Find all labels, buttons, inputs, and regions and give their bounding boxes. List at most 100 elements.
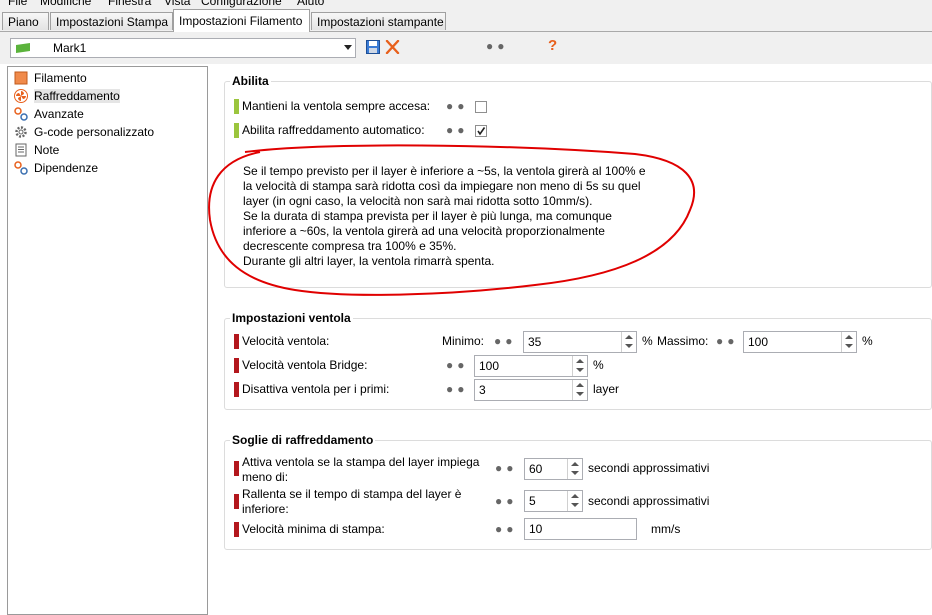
chevron-down-icon[interactable]: [344, 45, 352, 50]
fan-below-time-label-line2: meno di:: [242, 470, 289, 484]
fan-max-unit: %: [862, 334, 873, 348]
tree-item-advanced[interactable]: Avanzate: [14, 105, 84, 123]
tree-item-label: G-code personalizzato: [34, 125, 155, 139]
slowdown-below-time-label-line1: Rallenta se il tempo di stampa del layer…: [242, 487, 462, 501]
spin-down-icon[interactable]: [571, 471, 579, 475]
tree-item-notes[interactable]: Note: [14, 141, 59, 159]
auto-cooling-checkbox[interactable]: [475, 125, 487, 137]
slowdown-below-time-label-line2: inferiore:: [242, 502, 289, 516]
side-text-icon: ●●: [446, 358, 469, 372]
tree-item-dependencies[interactable]: Dipendenze: [14, 159, 98, 177]
option-expert-marker: [234, 358, 239, 373]
note-icon: [14, 143, 28, 157]
fan-max-speed-input[interactable]: 100: [743, 331, 857, 353]
option-expert-marker: [234, 334, 239, 349]
option-expert-marker: [234, 461, 239, 476]
spinner-buttons[interactable]: [567, 459, 582, 479]
help-icon[interactable]: ?: [548, 37, 557, 54]
min-print-speed-label: Velocità minima di stampa:: [242, 522, 385, 536]
spin-up-icon[interactable]: [576, 359, 584, 363]
spin-up-icon[interactable]: [571, 494, 579, 498]
option-expert-marker: [234, 522, 239, 537]
delete-icon[interactable]: [385, 40, 400, 54]
filament-profile-select[interactable]: Mark1: [10, 38, 356, 58]
spin-up-icon[interactable]: [845, 335, 853, 339]
tree-item-label: Avanzate: [34, 107, 84, 121]
fan-icon: [14, 88, 28, 103]
menu-help[interactable]: Aiuto: [297, 0, 324, 8]
group-title-cooling-thresholds: Soglie di raffreddamento: [230, 433, 376, 447]
spinner-buttons[interactable]: [572, 356, 587, 376]
menu-view[interactable]: Vista: [164, 0, 190, 8]
spin-down-icon[interactable]: [845, 344, 853, 348]
tree-item-cooling[interactable]: Raffreddamento: [14, 87, 120, 105]
tree-item-filament[interactable]: Filamento: [14, 69, 87, 87]
fan-max-label: Massimo:: [657, 334, 709, 348]
side-text-icon: ●●: [494, 334, 517, 348]
menu-file[interactable]: File: [8, 0, 27, 8]
fan-below-time-label-line1: Attiva ventola se la stampa del layer im…: [242, 455, 480, 469]
tree-item-label: Dipendenze: [34, 161, 99, 175]
side-text-icon: ●●: [495, 522, 518, 536]
min-print-speed-value: 10: [529, 522, 543, 536]
settings-tree: Filamento Raffreddamento Avanzate G-code…: [7, 66, 208, 615]
fan-below-time-label: Attiva ventola se la stampa del layer im…: [242, 455, 479, 485]
spin-down-icon[interactable]: [576, 392, 584, 396]
fan-below-time-unit: secondi approssimativi: [588, 461, 710, 475]
option-expert-marker: [234, 382, 239, 397]
spin-down-icon[interactable]: [571, 503, 579, 507]
advanced-icon: [14, 107, 28, 121]
spinner-buttons[interactable]: [621, 332, 636, 352]
fan-below-time-input[interactable]: 60: [524, 458, 583, 480]
fan-below-time-value: 60: [529, 462, 543, 476]
spin-down-icon[interactable]: [576, 368, 584, 372]
bridge-fan-unit: %: [593, 358, 604, 372]
fan-always-on-label: Mantieni la ventola sempre accesa:: [242, 99, 431, 113]
tab-printer-settings[interactable]: Impostazioni stampante: [311, 12, 446, 30]
menu-configuration[interactable]: Configurazione: [201, 0, 282, 8]
fan-always-on-checkbox[interactable]: [475, 101, 487, 113]
menu-edit[interactable]: Modifiche: [40, 0, 91, 8]
spin-up-icon[interactable]: [625, 335, 633, 339]
slowdown-below-time-value: 5: [529, 494, 536, 508]
spinner-buttons[interactable]: [567, 491, 582, 511]
option-basic-marker: [234, 99, 239, 114]
tab-bar: Piano Impostazioni Stampa Impostazioni F…: [0, 9, 932, 32]
side-text-icon: ●●: [716, 334, 739, 348]
fan-min-unit: %: [642, 334, 653, 348]
save-icon[interactable]: [366, 40, 380, 54]
spin-up-icon[interactable]: [576, 383, 584, 387]
disable-fan-first-value: 3: [479, 383, 486, 397]
filament-icon: [14, 71, 28, 85]
profile-name: Mark1: [53, 41, 87, 55]
side-text-icon: ●●: [446, 382, 469, 396]
disable-fan-first-input[interactable]: 3: [474, 379, 588, 401]
min-print-speed-input[interactable]: 10: [524, 518, 637, 540]
spinner-buttons[interactable]: [841, 332, 856, 352]
slowdown-below-time-unit: secondi approssimativi: [588, 494, 710, 508]
tree-item-custom-gcode[interactable]: G-code personalizzato: [14, 123, 154, 141]
spin-up-icon[interactable]: [571, 462, 579, 466]
slowdown-below-time-label: Rallenta se il tempo di stampa del layer…: [242, 487, 461, 517]
tab-filament-settings[interactable]: Impostazioni Filamento: [173, 9, 310, 32]
spinner-buttons[interactable]: [572, 380, 587, 400]
min-print-speed-unit: mm/s: [651, 522, 681, 536]
fan-speed-label: Velocità ventola:: [242, 334, 330, 348]
menu-window[interactable]: Finestra: [108, 0, 151, 8]
tab-plater[interactable]: Piano: [2, 12, 49, 30]
flag-icon: [16, 43, 30, 53]
disable-fan-first-unit: layer: [593, 382, 620, 396]
fan-min-speed-input[interactable]: 35: [523, 331, 637, 353]
side-text-icon: ●●: [446, 99, 469, 113]
disable-fan-first-label: Disattiva ventola per i primi:: [242, 382, 390, 396]
auto-cooling-label: Abilita raffreddamento automatico:: [242, 123, 425, 137]
bridge-fan-input[interactable]: 100: [474, 355, 588, 377]
bridge-fan-value: 100: [479, 359, 500, 373]
mode-indicator-icon: ●●: [486, 39, 509, 53]
slowdown-below-time-input[interactable]: 5: [524, 490, 583, 512]
option-basic-marker: [234, 123, 239, 138]
tab-print-settings[interactable]: Impostazioni Stampa: [50, 12, 173, 30]
fan-min-value: 35: [528, 335, 542, 349]
spin-down-icon[interactable]: [625, 344, 633, 348]
tree-item-label: Raffreddamento: [34, 89, 120, 103]
